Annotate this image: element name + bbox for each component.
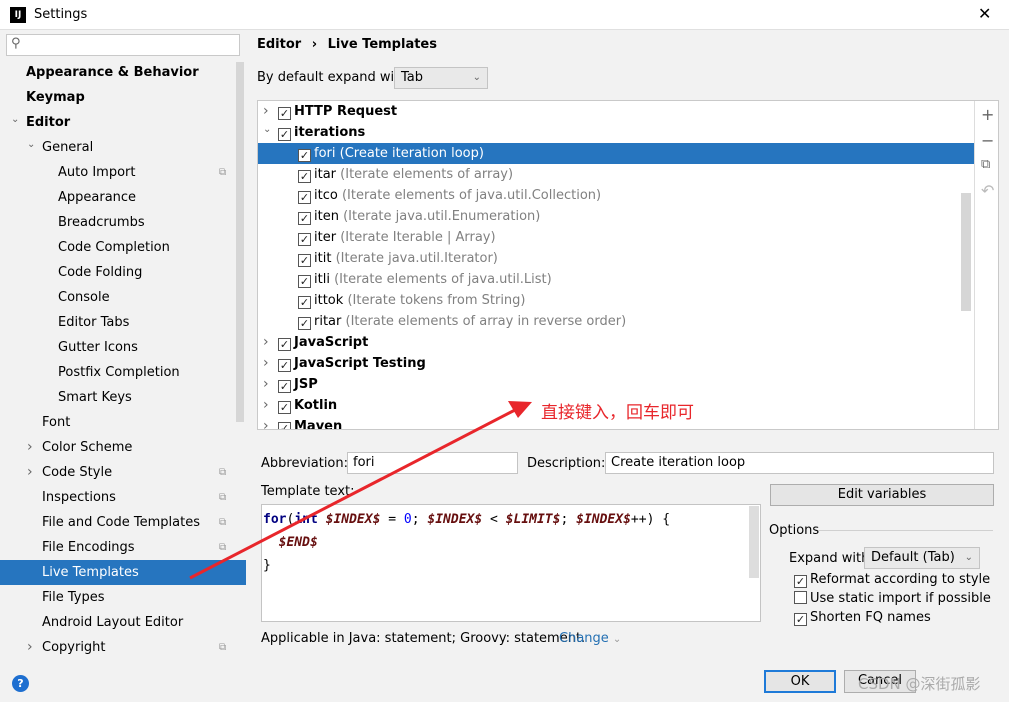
annotation-text: 直接键入，回车即可: [541, 403, 694, 423]
annotation-arrow: [189, 401, 532, 580]
annotation-arrow-head: [508, 401, 532, 418]
watermark: CSDN @深街孤影: [858, 675, 981, 693]
annotation-arrow-line: [189, 408, 516, 580]
